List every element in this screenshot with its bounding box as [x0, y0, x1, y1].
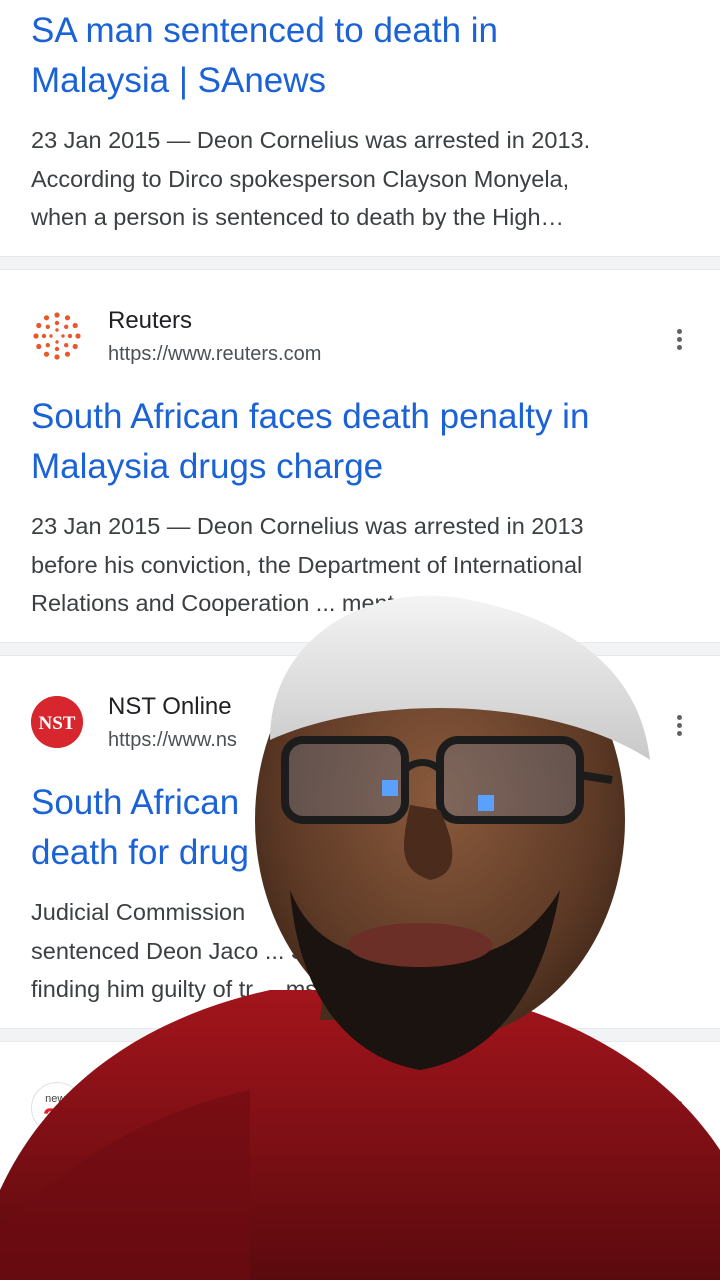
snippet-line: Relations and Cooperation ... ment ...	[31, 590, 421, 616]
result-divider	[0, 256, 720, 270]
result-3-source-url: https://www.ns	[108, 729, 237, 751]
search-result-1: SA man sentenced to death in Malaysia | …	[0, 0, 720, 255]
result-1-title-line-1[interactable]: SA man sentenced to death in	[31, 6, 691, 56]
result-3-title-line-2[interactable]: death for drug	[31, 828, 691, 878]
search-result-3: NST NST Online https://www.ns South Afri…	[0, 656, 720, 1028]
more-vert-icon[interactable]	[668, 326, 690, 362]
nst-icon-text: NST	[39, 713, 76, 734]
result-3-title-line-1[interactable]: South African	[31, 778, 691, 828]
result-3-title[interactable]: South African death for drug	[31, 778, 691, 878]
result-divider	[0, 642, 720, 656]
result-4-source[interactable]: news 24 New	[0, 1074, 720, 1144]
reuters-icon	[31, 310, 83, 362]
more-vert-icon[interactable]	[668, 1098, 690, 1134]
snippet-line: 23 Jan 2015 — Deon Cornelius was arreste…	[31, 127, 591, 153]
snippet-line: when a person is sentenced to death by t…	[31, 204, 565, 230]
result-3-source-name: NST Online	[108, 693, 232, 720]
result-2-source[interactable]: Reuters https://www.reuters.com	[0, 302, 720, 372]
more-vert-icon[interactable]	[668, 712, 690, 748]
search-result-2: Reuters https://www.reuters.com South Af…	[0, 270, 720, 642]
result-2-source-url: https://www.reuters.com	[108, 343, 322, 365]
result-2-title-line-2[interactable]: Malaysia drugs charge	[31, 442, 691, 492]
result-4-source-name: New	[108, 1079, 157, 1106]
search-results-page: SA man sentenced to death in Malaysia | …	[0, 0, 720, 1280]
snippet-line: 23 Jan 2015 — Deon Cornelius was arreste…	[31, 513, 584, 539]
news24-icon-text-bottom: 24	[43, 1103, 73, 1133]
search-result-4: news 24 New	[0, 1042, 720, 1280]
result-3-snippet: Judicial Commission sentenced Deon Jaco …	[31, 893, 701, 1009]
snippet-line: sentenced Deon Jaco ... 3, after	[31, 937, 365, 964]
result-2-snippet: 23 Jan 2015 — Deon Cornelius was arreste…	[31, 507, 701, 623]
result-1-title[interactable]: SA man sentenced to death in Malaysia | …	[31, 6, 691, 106]
result-3-source[interactable]: NST NST Online https://www.ns	[0, 688, 720, 758]
snippet-line: before his conviction, the Department of…	[31, 551, 583, 578]
result-1-title-line-2[interactable]: Malaysia | SAnews	[31, 56, 691, 106]
snippet-line: finding him guilty of tr ... ms of ...	[31, 976, 370, 1002]
result-1-snippet: 23 Jan 2015 — Deon Cornelius was arreste…	[31, 121, 701, 237]
result-divider	[0, 1028, 720, 1042]
snippet-line: According to Dirco spokesperson Clayson …	[31, 165, 570, 192]
result-2-source-name: Reuters	[108, 307, 193, 334]
snippet-line: Judicial Commission	[31, 899, 246, 925]
result-2-title[interactable]: South African faces death penalty in Mal…	[31, 392, 691, 492]
nst-icon: NST	[31, 696, 83, 748]
result-2-title-line-1[interactable]: South African faces death penalty in	[31, 392, 691, 442]
news24-icon: news 24	[31, 1082, 83, 1134]
